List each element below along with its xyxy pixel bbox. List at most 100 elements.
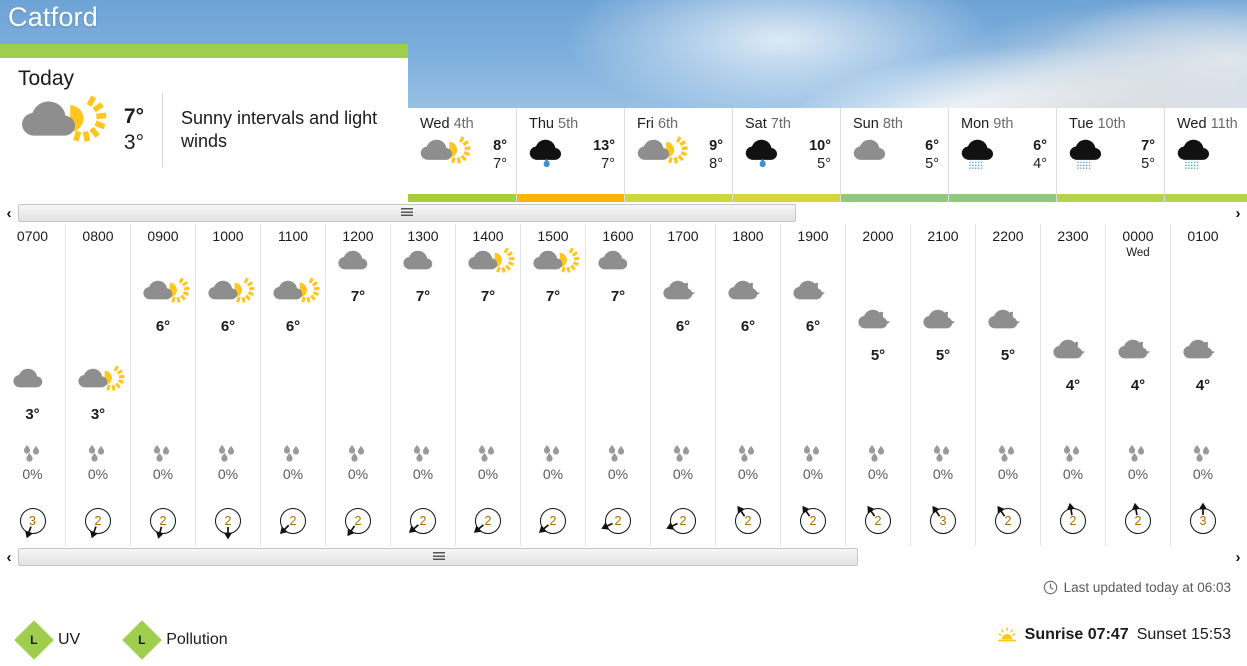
hour-column-0800[interactable]: 0800 3° 0% 2 [65, 224, 130, 546]
day-tab-high: 10° [809, 138, 831, 155]
scroll-left-arrow[interactable]: ‹ [0, 202, 18, 224]
hour-wind: 2 [1041, 499, 1105, 543]
day-tab-sun-8th[interactable]: Sun 8th 6° 5° [840, 108, 948, 202]
hour-temperature: 7° [350, 288, 366, 305]
hour-column-1500[interactable]: 1500 7° 0% 2 [520, 224, 585, 546]
hour-wind: 2 [66, 499, 130, 543]
hour-column-1400[interactable]: 1400 7° 0% 2 [455, 224, 520, 546]
hour-column-0000[interactable]: 0000 Wed 4° 0% 2 [1105, 224, 1170, 546]
day-scrollbar[interactable]: ‹ › [0, 202, 1247, 224]
day-tab-low: 7° [493, 156, 507, 172]
wind-speed-value: 2 [150, 508, 176, 534]
hour-precipitation: 0% [781, 442, 845, 482]
hour-column-1300[interactable]: 1300 7° 0% 2 [390, 224, 455, 546]
scroll-right-arrow[interactable]: › [1229, 202, 1247, 224]
hourly-scroll-grip[interactable] [433, 552, 445, 562]
light-rain-icon [525, 134, 577, 178]
hour-column-0900[interactable]: 0900 6° 0% 2 [130, 224, 195, 546]
partly-cloudy-night-icon [919, 305, 967, 345]
hour-time-label: 0100 [1187, 228, 1219, 244]
cloudy-icon [9, 364, 57, 404]
hour-wind: 2 [521, 499, 585, 543]
hour-temperature: 3° [90, 406, 106, 423]
wind-speed-value: 2 [540, 508, 566, 534]
hourly-scroll-left-arrow[interactable]: ‹ [0, 546, 18, 568]
day-tab-low: 5° [817, 156, 831, 172]
today-summary-card[interactable]: Today 7° 3° Sunny intervals and light wi… [0, 44, 408, 202]
day-tab-date: 4th [453, 116, 474, 132]
hourly-scroll-track[interactable] [18, 548, 858, 566]
scroll-track[interactable] [18, 204, 796, 222]
day-tab-high: 6° [925, 138, 939, 155]
day-tab-temperatures: 6° 4° [1009, 138, 1056, 173]
day-tab-thu-5th[interactable]: Thu 5th 13° 7° [516, 108, 624, 202]
day-tab-date: 10th [1097, 116, 1126, 132]
day-tab-label: Mon 9th [961, 116, 1014, 132]
hour-weather-block: 3° [0, 364, 65, 423]
wind-speed-value: 2 [670, 508, 696, 534]
scroll-grip[interactable] [401, 208, 413, 218]
hour-column-1900[interactable]: 1900 6° 0% 2 [780, 224, 845, 546]
partly-cloudy-night-icon [984, 305, 1032, 345]
day-tab-fri-6th[interactable]: Fri 6th 9° 8° [624, 108, 732, 202]
precipitation-percent: 0% [737, 466, 759, 482]
day-tab-label: Tue 10th [1069, 116, 1126, 132]
today-heading: Today [18, 67, 75, 90]
hour-temperature: 6° [285, 318, 301, 335]
hour-weather-block: 4° [1171, 335, 1235, 394]
hour-precipitation: 0% [911, 442, 975, 482]
precipitation-icon [586, 442, 650, 468]
precipitation-percent: 0% [217, 466, 239, 482]
hour-column-2300[interactable]: 2300 4° 0% 2 [1040, 224, 1105, 546]
day-tab-mon-9th[interactable]: Mon 9th 6° 4° [948, 108, 1056, 202]
wind-speed-value: 2 [995, 508, 1021, 534]
precipitation-icon [391, 442, 455, 468]
hour-weather-block: 6° [131, 276, 195, 335]
hourly-scrollbar[interactable]: ‹ › [0, 546, 1247, 568]
day-tab-date: 6th [657, 116, 679, 132]
precipitation-icon [976, 442, 1040, 468]
hour-column-1600[interactable]: 1600 7° 0% 2 [585, 224, 650, 546]
wind-speed-value: 2 [85, 508, 111, 534]
hour-column-0700[interactable]: 0700 3° 0% 3 [0, 224, 65, 546]
day-tab-temperatures: 8° 7° [468, 138, 516, 173]
hour-column-1000[interactable]: 1000 6° 0% 2 [195, 224, 260, 546]
hour-weather-block: 4° [1106, 335, 1170, 394]
sunrise-sunset: Sunrise 07:47 Sunset 15:53 [997, 626, 1231, 644]
badge-pollution[interactable]: L Pollution [122, 620, 228, 660]
hour-precipitation: 0% [1171, 442, 1235, 482]
badge-uv[interactable]: L UV [14, 620, 80, 660]
hour-column-2000[interactable]: 2000 5° 0% 2 [845, 224, 910, 546]
wind-speed-value: 2 [1125, 508, 1151, 534]
hour-column-2200[interactable]: 2200 5° 0% 2 [975, 224, 1040, 546]
hour-column-0100[interactable]: 0100 4° 0% 3 [1170, 224, 1235, 546]
hour-column-1100[interactable]: 1100 6° 0% 2 [260, 224, 325, 546]
partly-cloudy-night-icon [789, 276, 837, 316]
today-high: 7° [123, 105, 144, 129]
sunny-intervals-icon [139, 276, 190, 316]
day-tab-wed-4th[interactable]: Wed 4th 8° 7° [408, 108, 516, 202]
hour-time-label: 1700 [667, 228, 699, 244]
wind-speed-value: 2 [475, 508, 501, 534]
day-tab-temperatures: 7° 5° [1117, 138, 1164, 173]
hour-column-1200[interactable]: 1200 7° 0% 2 [325, 224, 390, 546]
day-tabs[interactable]: Wed 4th 8° 7° Thu 5th 13° 7° Fri 6th 9° 8° Sat 7t… [408, 108, 1247, 202]
precipitation-icon [66, 442, 130, 468]
precipitation-percent: 0% [477, 466, 499, 482]
hour-weather-block: 7° [456, 246, 520, 305]
hour-column-2100[interactable]: 2100 5° 0% 3 [910, 224, 975, 546]
day-tab-wed-11th[interactable]: Wed 11th [1164, 108, 1247, 202]
hourly-scroll-right-arrow[interactable]: › [1229, 546, 1247, 568]
hour-column-1700[interactable]: 1700 6° 0% 2 [650, 224, 715, 546]
hour-wind: 2 [1106, 499, 1170, 543]
precipitation-percent: 0% [282, 466, 304, 482]
day-tab-sat-7th[interactable]: Sat 7th 10° 5° [732, 108, 840, 202]
hour-column-1800[interactable]: 1800 6° 0% 2 [715, 224, 780, 546]
day-tab-tue-10th[interactable]: Tue 10th 7° 5° [1056, 108, 1164, 202]
day-tab-temperatures: 10° 5° [793, 138, 840, 173]
hour-temperature: 4° [1130, 377, 1146, 394]
drizzle-icon [1173, 134, 1225, 178]
precipitation-percent: 0% [412, 466, 434, 482]
clock-icon [1043, 580, 1058, 595]
precipitation-icon [326, 442, 390, 468]
